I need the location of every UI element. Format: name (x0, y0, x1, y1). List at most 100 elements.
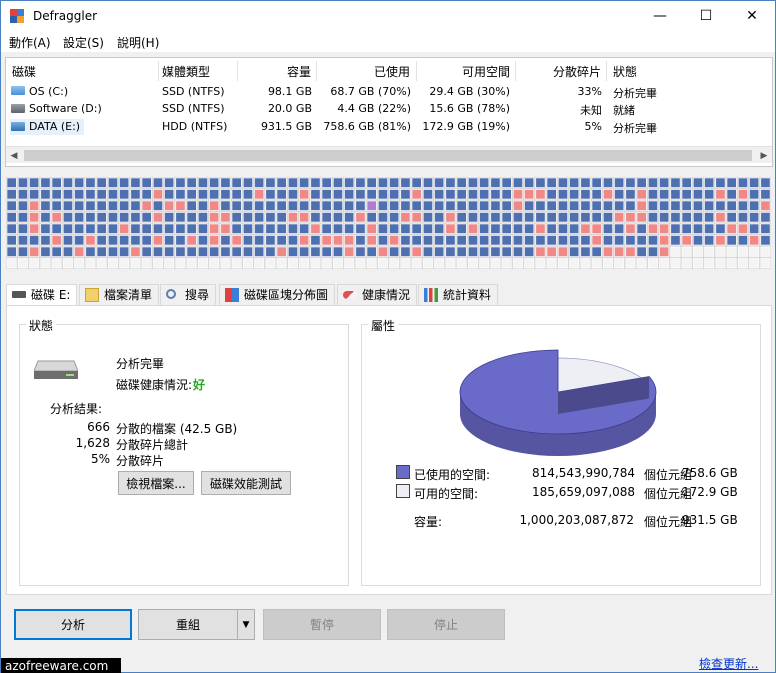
disk-block[interactable] (276, 235, 287, 246)
disk-block[interactable] (467, 235, 478, 246)
disk-block[interactable] (119, 223, 130, 234)
disk-block[interactable] (456, 246, 467, 257)
disk-block[interactable] (647, 212, 658, 223)
disk-block[interactable] (299, 212, 310, 223)
disk-block[interactable] (557, 223, 568, 234)
drive-name[interactable]: Software (D:) (29, 102, 102, 115)
disk-block[interactable] (254, 223, 265, 234)
col-header-used[interactable]: 已使用 (374, 63, 410, 80)
disk-block[interactable] (591, 189, 602, 200)
disk-block[interactable] (265, 223, 276, 234)
disk-block[interactable] (175, 177, 186, 188)
disk-block[interactable] (501, 235, 512, 246)
disk-block[interactable] (62, 258, 73, 269)
col-header-media-type[interactable]: 媒體類型 (162, 63, 210, 80)
disk-block[interactable] (524, 200, 535, 211)
disk-block[interactable] (749, 177, 760, 188)
disk-block[interactable] (681, 258, 692, 269)
disk-block[interactable] (141, 200, 152, 211)
disk-block[interactable] (175, 223, 186, 234)
disk-block[interactable] (636, 189, 647, 200)
disk-block[interactable] (130, 200, 141, 211)
disk-block[interactable] (749, 246, 760, 257)
disk-block[interactable] (749, 212, 760, 223)
disk-block[interactable] (40, 189, 51, 200)
disk-block[interactable] (512, 189, 523, 200)
menu-settings[interactable]: 設定(S) (63, 34, 104, 51)
disk-block[interactable] (692, 258, 703, 269)
scrollbar-thumb[interactable] (24, 150, 752, 161)
disk-block[interactable] (85, 246, 96, 257)
disk-block[interactable] (445, 200, 456, 211)
disk-block[interactable] (614, 246, 625, 257)
disk-block[interactable] (580, 223, 591, 234)
disk-block[interactable] (445, 189, 456, 200)
disk-block[interactable] (332, 189, 343, 200)
disk-block[interactable] (501, 177, 512, 188)
tab-file-list[interactable]: 檔案清單 (79, 284, 160, 306)
disk-block[interactable] (141, 189, 152, 200)
disk-block[interactable] (659, 235, 670, 246)
disk-block[interactable] (400, 246, 411, 257)
disk-block[interactable] (760, 200, 771, 211)
disk-block[interactable] (737, 235, 748, 246)
menu-action[interactable]: 動作(A) (9, 34, 51, 51)
disk-block[interactable] (62, 235, 73, 246)
disk-block[interactable] (591, 235, 602, 246)
disk-block[interactable] (602, 235, 613, 246)
disk-block[interactable] (749, 223, 760, 234)
disk-block[interactable] (557, 246, 568, 257)
disk-block[interactable] (366, 189, 377, 200)
disk-block[interactable] (209, 258, 220, 269)
disk-block[interactable] (141, 258, 152, 269)
disk-block[interactable] (377, 223, 388, 234)
disk-block[interactable] (659, 212, 670, 223)
disk-block[interactable] (715, 235, 726, 246)
disk-block[interactable] (625, 246, 636, 257)
disk-block[interactable] (512, 258, 523, 269)
disk-block[interactable] (344, 235, 355, 246)
disk-block[interactable] (422, 200, 433, 211)
disk-block[interactable] (681, 235, 692, 246)
disk-block[interactable] (243, 246, 253, 257)
disk-block[interactable] (602, 258, 613, 269)
disk-block[interactable] (366, 200, 377, 211)
disk-block[interactable] (434, 200, 445, 211)
disk-block[interactable] (749, 200, 760, 211)
disk-block[interactable] (164, 200, 175, 211)
disk-block[interactable] (18, 258, 28, 269)
disk-block[interactable] (40, 212, 51, 223)
disk-block[interactable] (276, 223, 287, 234)
disk-block[interactable] (490, 246, 501, 257)
disk-block[interactable] (445, 235, 456, 246)
disk-block[interactable] (344, 177, 355, 188)
disk-block[interactable] (377, 189, 388, 200)
disk-block[interactable] (591, 212, 602, 223)
disk-block[interactable] (29, 258, 40, 269)
disk-block[interactable] (220, 200, 231, 211)
disk-block[interactable] (726, 258, 737, 269)
disk-block[interactable] (108, 200, 118, 211)
disk-block[interactable] (344, 189, 355, 200)
disk-block[interactable] (265, 212, 276, 223)
disk-block[interactable] (479, 177, 490, 188)
disk-block[interactable] (310, 189, 321, 200)
disk-block[interactable] (18, 177, 28, 188)
disk-block[interactable] (355, 235, 366, 246)
disk-block[interactable] (231, 177, 242, 188)
disk-block[interactable] (569, 212, 580, 223)
disk-block[interactable] (681, 212, 692, 223)
disk-block[interactable] (254, 246, 265, 257)
tab-drive-map[interactable]: 磁碟區塊分佈圖 (219, 284, 336, 306)
disk-block[interactable] (276, 246, 287, 257)
disk-block[interactable] (467, 189, 478, 200)
disk-block[interactable] (591, 177, 602, 188)
disk-block[interactable] (62, 177, 73, 188)
disk-block[interactable] (164, 246, 175, 257)
disk-block[interactable] (501, 258, 512, 269)
disk-block[interactable] (524, 246, 535, 257)
disk-block[interactable] (299, 189, 310, 200)
disk-block[interactable] (231, 258, 242, 269)
disk-block[interactable] (164, 189, 175, 200)
disk-block[interactable] (704, 189, 715, 200)
